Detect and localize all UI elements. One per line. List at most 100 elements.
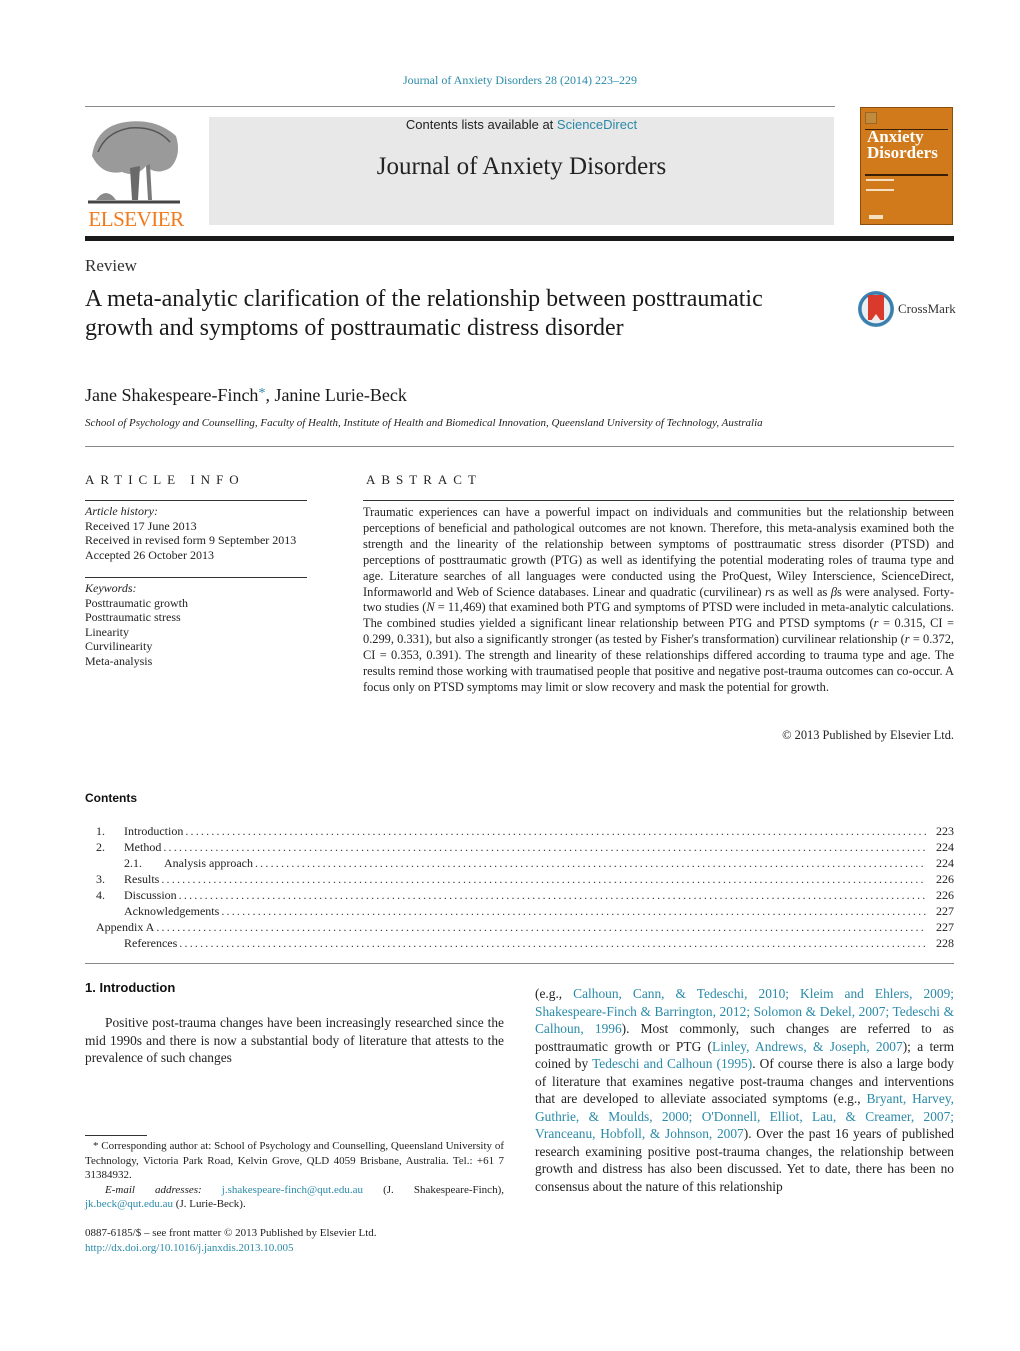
toc-entry[interactable]: 1. Introduction..........................… bbox=[85, 823, 954, 839]
author-list: Jane Shakespeare-Finch*, Janine Lurie-Be… bbox=[85, 385, 407, 406]
keyword: Linearity bbox=[85, 624, 129, 639]
email-label: E-mail addresses: bbox=[105, 1183, 222, 1196]
toc-entry-number bbox=[85, 855, 124, 871]
keywords: Keywords: Posttraumatic growth Posttraum… bbox=[85, 581, 307, 669]
toc-entry-number: 2. bbox=[96, 840, 105, 854]
toc-entry[interactable]: Appendix A..............................… bbox=[85, 919, 954, 935]
header-thick-divider bbox=[85, 236, 954, 241]
corresponding-author-note: * Corresponding author at: School of Psy… bbox=[85, 1140, 504, 1182]
article-history: Article history: Received 17 June 2013 R… bbox=[85, 504, 307, 562]
toc-entry-page[interactable]: 223 bbox=[930, 823, 954, 839]
cover-rule bbox=[865, 174, 948, 176]
affiliation-divider bbox=[85, 446, 954, 447]
toc-entry-page[interactable]: 224 bbox=[930, 839, 954, 855]
journal-cover-thumbnail[interactable]: Anxiety Disorders bbox=[860, 107, 953, 225]
toc-entry-page[interactable]: 227 bbox=[930, 919, 954, 935]
journal-masthead: Contents lists available at ScienceDirec… bbox=[209, 117, 834, 225]
email-addresses: E-mail addresses: j.shakespeare-finch@qu… bbox=[85, 1183, 504, 1212]
toc-entry-page[interactable]: 226 bbox=[930, 871, 954, 887]
toc-entry-number: 4. bbox=[96, 888, 105, 902]
contents-available-text: Contents lists available at bbox=[405, 117, 557, 132]
toc-entry[interactable]: References..............................… bbox=[85, 935, 954, 951]
toc-entry[interactable]: 2.1. Analysis approach...................… bbox=[85, 855, 954, 871]
article-type: Review bbox=[85, 256, 137, 275]
front-matter: 0887-6185/$ – see front matter © 2013 Pu… bbox=[85, 1226, 504, 1255]
toc-entry-label[interactable]: Appendix A bbox=[96, 919, 154, 935]
elsevier-logo[interactable]: ELSEVIER bbox=[84, 116, 188, 231]
footnote-divider bbox=[85, 1135, 147, 1136]
keywords-label: Keywords: bbox=[85, 581, 137, 595]
citation-link[interactable]: Tedeschi and Calhoun (1995) bbox=[592, 1056, 752, 1071]
abstract-text: Traumatic experiences can have a powerfu… bbox=[363, 505, 954, 696]
toc-entry-label[interactable]: Method bbox=[124, 839, 161, 855]
keyword: Posttraumatic stress bbox=[85, 610, 181, 625]
header-divider bbox=[85, 106, 835, 107]
table-of-contents: 1. Introduction..........................… bbox=[85, 823, 954, 951]
toc-entry-label[interactable]: Discussion bbox=[124, 887, 177, 903]
keyword: Posttraumatic growth bbox=[85, 595, 188, 610]
abstract-segment: s as well as bbox=[769, 584, 831, 599]
elsevier-tree-icon bbox=[86, 116, 182, 208]
toc-entry-number bbox=[85, 903, 124, 919]
toc-entry-page[interactable]: 227 bbox=[930, 903, 954, 919]
toc-entry[interactable]: 4. Discussion............................… bbox=[85, 887, 954, 903]
introduction-paragraph-col1: Positive post-trauma changes have been i… bbox=[85, 1015, 504, 1065]
toc-leader-dots: ........................................… bbox=[254, 856, 926, 870]
crossmark-ribbon-notch bbox=[871, 314, 881, 321]
email-owner: (J. Lurie-Beck). bbox=[173, 1198, 246, 1211]
contents-heading: Contents bbox=[85, 791, 137, 805]
article-history-label: Article history: bbox=[85, 504, 158, 518]
keywords-divider bbox=[85, 577, 307, 578]
author-affiliation: School of Psychology and Counselling, Fa… bbox=[85, 417, 763, 429]
toc-leader-dots: ........................................… bbox=[221, 904, 926, 918]
introduction-paragraph-col2: (e.g., Calhoun, Cann, & Tedeschi, 2010; … bbox=[535, 985, 954, 1195]
toc-entry[interactable]: 2. Method................................… bbox=[85, 839, 954, 855]
abstract-heading: ABSTRACT bbox=[366, 472, 482, 487]
journal-citation[interactable]: Journal of Anxiety Disorders 28 (2014) 2… bbox=[0, 73, 1020, 88]
keyword: Meta-analysis bbox=[85, 653, 153, 668]
contents-divider bbox=[85, 963, 954, 964]
citation-link[interactable]: Linley, Andrews, & Joseph, 2007 bbox=[712, 1039, 903, 1054]
toc-leader-dots: ........................................… bbox=[178, 888, 926, 902]
cover-editor-lines bbox=[866, 179, 894, 191]
elsevier-wordmark: ELSEVIER bbox=[88, 207, 184, 231]
toc-entry-number bbox=[85, 919, 96, 935]
toc-leader-dots: ........................................… bbox=[185, 824, 926, 838]
abstract-divider bbox=[363, 500, 954, 501]
toc-entry-label[interactable]: References bbox=[124, 935, 177, 951]
toc-entry-page[interactable]: 228 bbox=[930, 935, 954, 951]
abstract-segment: = 11,469) that examined both PTG and sym… bbox=[363, 600, 955, 631]
toc-entry[interactable]: 3. Results...............................… bbox=[85, 871, 954, 887]
crossmark-icon bbox=[858, 291, 894, 327]
keyword: Curvilinearity bbox=[85, 639, 153, 654]
crossmark-button[interactable]: CrossMark bbox=[858, 291, 958, 329]
toc-entry-number bbox=[85, 935, 124, 951]
cover-emblem bbox=[865, 112, 877, 124]
doi-link[interactable]: http://dx.doi.org/10.1016/j.janxdis.2013… bbox=[85, 1242, 294, 1254]
toc-entry[interactable]: Acknowledgements........................… bbox=[85, 903, 954, 919]
toc-entry-number: 3. bbox=[96, 872, 105, 886]
journal-title[interactable]: Journal of Anxiety Disorders bbox=[209, 153, 834, 181]
email-owner: (J. Shakespeare-Finch), bbox=[362, 1183, 504, 1196]
author-name: Jane Shakespeare-Finch bbox=[85, 385, 259, 405]
cover-title-line2: Disorders bbox=[867, 143, 938, 162]
toc-entry-label[interactable]: Acknowledgements bbox=[124, 903, 219, 919]
toc-entry-label[interactable]: Results bbox=[124, 871, 159, 887]
article-info-divider bbox=[85, 500, 307, 501]
toc-leader-dots: ........................................… bbox=[161, 872, 926, 886]
toc-leader-dots: ........................................… bbox=[156, 920, 926, 934]
contents-available-line: Contents lists available at ScienceDirec… bbox=[209, 117, 834, 132]
toc-entry-page[interactable]: 226 bbox=[930, 887, 954, 903]
email-link[interactable]: jk.beck@qut.edu.au bbox=[85, 1198, 173, 1210]
toc-entry-page[interactable]: 224 bbox=[930, 855, 954, 871]
toc-leader-dots: ........................................… bbox=[163, 840, 926, 854]
sciencedirect-link[interactable]: ScienceDirect bbox=[557, 117, 637, 132]
issn-line: 0887-6185/$ – see front matter © 2013 Pu… bbox=[85, 1227, 377, 1239]
article-title: A meta-analytic clarification of the rel… bbox=[85, 286, 763, 341]
email-link[interactable]: j.shakespeare-finch@qut.edu.au bbox=[222, 1184, 363, 1196]
cover-publisher-mark bbox=[869, 215, 883, 219]
toc-entry-label[interactable]: Introduction bbox=[124, 823, 183, 839]
toc-entry-label[interactable]: Analysis approach bbox=[164, 855, 253, 871]
abstract-copyright: © 2013 Published by Elsevier Ltd. bbox=[782, 728, 954, 742]
history-received: Received 17 June 2013 bbox=[85, 518, 197, 533]
